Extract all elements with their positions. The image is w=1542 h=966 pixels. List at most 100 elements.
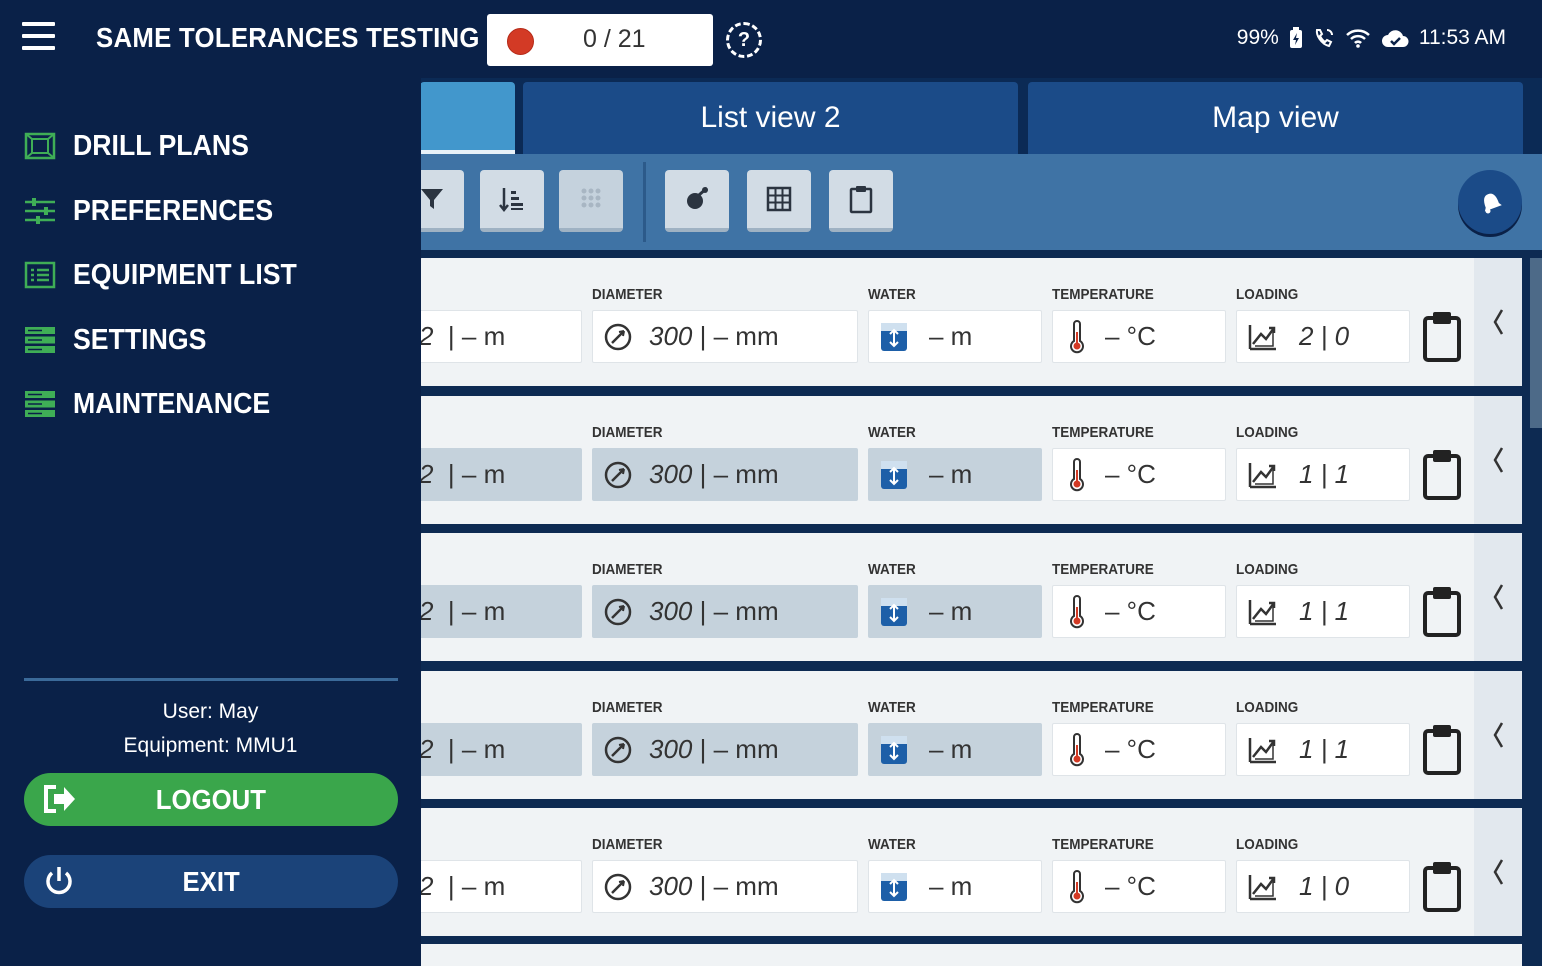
expand-row-button[interactable] xyxy=(1474,396,1522,524)
clock: 11:53 AM xyxy=(1418,26,1506,49)
cloud-sync-icon xyxy=(1381,30,1409,47)
expand-row-button[interactable] xyxy=(1474,258,1522,386)
water-field[interactable]: – m xyxy=(868,310,1042,363)
water-level-icon xyxy=(881,735,907,764)
nav-item-settings[interactable]: SETTINGS xyxy=(24,320,218,360)
logout-button[interactable]: LOGOUT xyxy=(24,773,398,826)
list-item[interactable]: DIAMETER WATER TEMPERATURE LOADING 2 | –… xyxy=(410,258,1522,386)
clipboard-icon[interactable] xyxy=(1422,446,1462,502)
loading-field[interactable]: 1 | 1 xyxy=(1236,585,1410,638)
diameter-header: DIAMETER xyxy=(592,286,663,303)
loading-header: LOADING xyxy=(1236,836,1299,853)
loading-field[interactable]: 1 | 1 xyxy=(1236,723,1410,776)
menu-icon[interactable] xyxy=(22,22,55,54)
status-bar: 99% 11:53 AM xyxy=(1237,26,1506,50)
water-value: – m xyxy=(929,596,973,626)
loading-value: 1 | 0 xyxy=(1299,871,1350,901)
diameter-field[interactable]: 300 | – mm xyxy=(592,310,858,363)
drill-plans-icon xyxy=(24,132,56,160)
sort-button[interactable] xyxy=(480,170,544,232)
loading-field[interactable]: 1 | 0 xyxy=(1236,860,1410,913)
progress-count: 0 / 21 xyxy=(583,25,646,53)
measure-button[interactable] xyxy=(665,170,729,232)
list-item[interactable]: DIAMETER WATER TEMPERATURE LOADING 2 | –… xyxy=(410,808,1522,936)
water-value: – m xyxy=(929,871,973,901)
loading-header: LOADING xyxy=(1236,286,1299,303)
clipboard-icon[interactable] xyxy=(1422,721,1462,777)
power-icon xyxy=(46,867,72,895)
tab-map-view[interactable]: Map view xyxy=(1028,82,1523,154)
toolbar-divider xyxy=(643,162,646,242)
pattern-button[interactable] xyxy=(559,170,623,232)
clipboard-icon[interactable] xyxy=(1422,858,1462,914)
scrollbar-thumb[interactable] xyxy=(1530,258,1542,428)
clipboard-icon[interactable] xyxy=(1422,583,1462,639)
diameter-header: DIAMETER xyxy=(592,561,663,578)
exit-label: EXIT xyxy=(182,865,240,897)
water-field[interactable]: – m xyxy=(868,860,1042,913)
depth-field[interactable]: 2 | – m xyxy=(410,310,582,363)
nav-item-maintenance[interactable]: MAINTENANCE xyxy=(24,384,287,424)
depth-field[interactable]: 2 | – m xyxy=(410,448,582,501)
temperature-value: – °C xyxy=(1105,596,1156,626)
exit-button[interactable]: EXIT xyxy=(24,855,398,908)
diameter-field[interactable]: 300 | – mm xyxy=(592,723,858,776)
filter-icon xyxy=(421,189,443,209)
help-icon[interactable]: ? xyxy=(726,22,762,58)
list-item[interactable]: DIAMETER WATER TEMPERATURE LOADING 2 | –… xyxy=(410,396,1522,524)
thermometer-icon xyxy=(1070,869,1084,903)
list-item[interactable]: DIAMETER WATER TEMPERATURE LOADING 2 | –… xyxy=(410,533,1522,661)
water-field[interactable]: – m xyxy=(868,723,1042,776)
navigation-drawer: DRILL PLANS PREFERENCES EQUIPMENT LIST SETT… xyxy=(0,78,421,966)
temperature-field[interactable]: – °C xyxy=(1052,448,1226,501)
record-icon[interactable] xyxy=(507,28,534,55)
diameter-header: DIAMETER xyxy=(592,699,663,716)
water-field[interactable]: – m xyxy=(868,448,1042,501)
temperature-field[interactable]: – °C xyxy=(1052,723,1226,776)
diameter-field[interactable]: 300 | – mm xyxy=(592,860,858,913)
alarm-button[interactable] xyxy=(1458,170,1522,234)
loading-icon xyxy=(1248,599,1276,625)
list-item[interactable]: DIAMETER WATER TEMPERATURE LOADING 2 | –… xyxy=(410,671,1522,799)
diameter-value: 300 xyxy=(649,459,693,489)
battery-charging-icon xyxy=(1289,27,1302,48)
diameter-icon xyxy=(604,461,632,488)
nav-item-equipment-list[interactable]: EQUIPMENT LIST xyxy=(24,255,316,295)
clipboard-button[interactable] xyxy=(829,170,893,232)
nav-item-preferences[interactable]: PREFERENCES xyxy=(24,191,291,231)
temperature-field[interactable]: – °C xyxy=(1052,585,1226,638)
depth-field[interactable]: 2 | – m xyxy=(410,585,582,638)
scrollbar[interactable] xyxy=(1528,250,1542,966)
tab-list-view-1[interactable] xyxy=(420,82,515,154)
expand-row-button[interactable] xyxy=(1474,808,1522,936)
drill-holes-list: DIAMETER WATER TEMPERATURE LOADING 2 | –… xyxy=(410,250,1542,966)
diameter-field[interactable]: 300 | – mm xyxy=(592,448,858,501)
progress-indicator[interactable]: 0 / 21 xyxy=(487,14,713,66)
clipboard-icon[interactable] xyxy=(1422,308,1462,364)
diameter-unit: | – mm xyxy=(699,459,779,489)
water-field[interactable]: – m xyxy=(868,585,1042,638)
nav-item-drill-plans[interactable]: DRILL PLANS xyxy=(24,126,264,166)
loading-value: 1 | 1 xyxy=(1299,734,1350,764)
depth-field[interactable]: 2 | – m xyxy=(410,723,582,776)
loading-field[interactable]: 1 | 1 xyxy=(1236,448,1410,501)
diameter-field[interactable]: 300 | – mm xyxy=(592,585,858,638)
temperature-field[interactable]: – °C xyxy=(1052,310,1226,363)
diameter-value: 300 xyxy=(649,321,693,351)
drawer-divider xyxy=(24,678,398,681)
toolbar xyxy=(400,154,1542,250)
temperature-field[interactable]: – °C xyxy=(1052,860,1226,913)
loading-field[interactable]: 2 | 0 xyxy=(1236,310,1410,363)
clipboard-icon xyxy=(849,186,873,214)
expand-row-button[interactable] xyxy=(1474,533,1522,661)
nav-item-label: MAINTENANCE xyxy=(73,387,271,420)
temperature-value: – °C xyxy=(1105,734,1156,764)
depth-field[interactable]: 2 | – m xyxy=(410,860,582,913)
list-icon xyxy=(24,261,56,289)
tab-list-view-2[interactable]: List view 2 xyxy=(523,82,1018,154)
temperature-value: – °C xyxy=(1105,871,1156,901)
expand-row-button[interactable] xyxy=(1474,671,1522,799)
depth-unit: | – m xyxy=(447,734,506,764)
table-button[interactable] xyxy=(747,170,811,232)
diameter-unit: | – mm xyxy=(699,596,779,626)
